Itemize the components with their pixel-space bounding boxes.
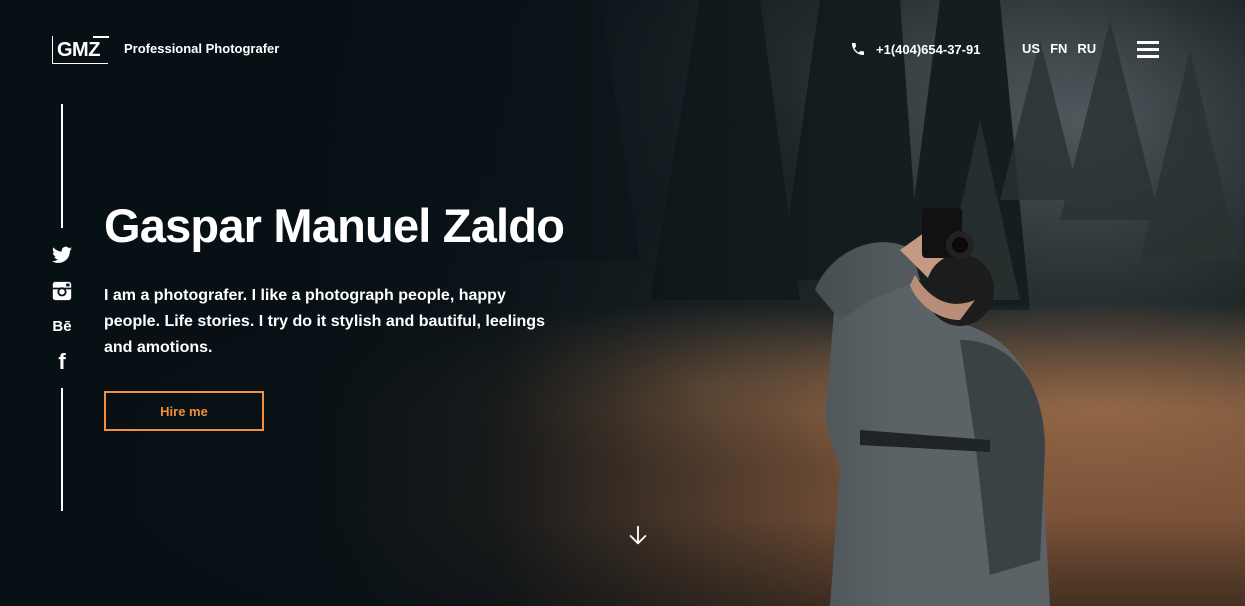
facebook-icon[interactable]: f <box>50 350 74 374</box>
behance-icon[interactable]: Bē <box>50 314 74 338</box>
hero-title: Gaspar Manuel Zaldo <box>104 198 564 253</box>
rail-divider-top <box>61 104 63 228</box>
lang-fn[interactable]: FN <box>1050 41 1067 56</box>
lang-us[interactable]: US <box>1022 41 1040 56</box>
site-tagline: Professional Photografer <box>124 41 279 56</box>
site-header: GMZ Professional Photografer +1(404)654-… <box>0 0 1245 100</box>
phone-number: +1(404)654-37-91 <box>876 42 980 57</box>
logo[interactable]: GMZ <box>52 36 108 64</box>
phone-icon <box>850 41 866 57</box>
menu-bar <box>1137 41 1159 44</box>
menu-bar <box>1137 55 1159 58</box>
hire-me-button[interactable]: Hire me <box>104 391 264 431</box>
arrow-down-icon[interactable] <box>627 525 649 547</box>
twitter-glyph <box>52 246 72 264</box>
instagram-glyph <box>52 281 72 301</box>
menu-bar <box>1137 48 1159 51</box>
hero-description: I am a photografer. I like a photograph … <box>104 283 554 361</box>
lang-ru[interactable]: RU <box>1077 41 1096 56</box>
rail-divider-bottom <box>61 388 63 511</box>
language-switcher: US FN RU <box>1022 41 1096 56</box>
twitter-icon[interactable] <box>50 243 74 267</box>
phone-contact[interactable]: +1(404)654-37-91 <box>850 41 980 57</box>
hamburger-menu-icon[interactable] <box>1137 41 1159 59</box>
logo-text: GMZ <box>57 38 100 62</box>
instagram-icon[interactable] <box>50 279 74 303</box>
